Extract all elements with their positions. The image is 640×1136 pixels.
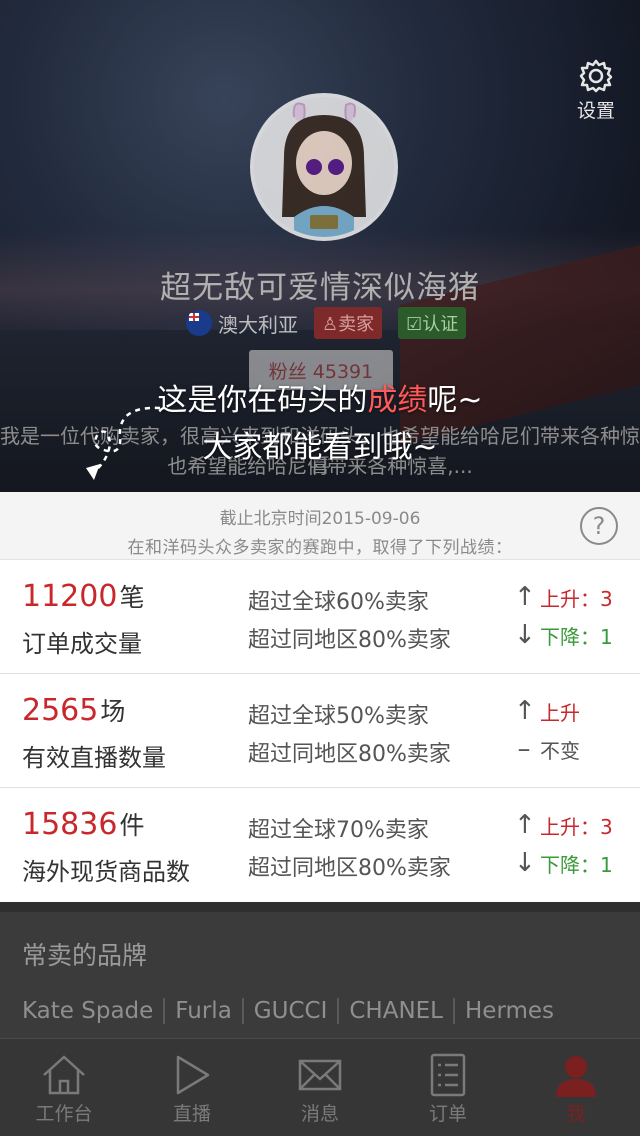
stats-subtitle: 在和洋码头众多卖家的赛跑中，取得了下列战绩： xyxy=(127,538,513,558)
play-icon xyxy=(176,1055,210,1095)
divider xyxy=(337,998,340,1024)
stat-global-compare: 超过全球50%卖家 xyxy=(248,704,429,729)
arrow-down-icon: ↓ xyxy=(514,848,536,878)
tab-workbench[interactable]: 工作台 xyxy=(0,1039,128,1136)
username: 超无敌可爱情深似海猪 xyxy=(160,270,480,306)
guide-highlight: 成绩 xyxy=(367,383,428,418)
profile-tags: 澳大利亚 ♙卖家 ☑认证 xyxy=(186,307,467,339)
profile-header: 设置 超无敌可爱情深似海猪 澳大利亚 ♙卖家 ☑认证 粉丝 45391 我是一位… xyxy=(0,0,640,492)
tab-live[interactable]: 直播 xyxy=(128,1039,256,1136)
trend-global: ↑ 上升：3 xyxy=(514,582,613,612)
stat-global-compare: 超过全球70%卖家 xyxy=(248,818,429,843)
tab-messages[interactable]: 消息 xyxy=(256,1039,384,1136)
trend-region: ↓ 下降：1 xyxy=(514,620,613,650)
stat-global-compare: 超过全球60%卖家 xyxy=(248,590,429,615)
trend-region: ↓ 下降：1 xyxy=(514,848,613,878)
check-icon: ☑ xyxy=(406,314,423,335)
stat-value: 15836件 xyxy=(22,807,145,842)
brands-title: 常卖的品牌 xyxy=(22,941,148,970)
mail-icon xyxy=(298,1059,342,1091)
user-icon xyxy=(556,1056,596,1097)
help-icon[interactable]: ? xyxy=(580,507,618,545)
stats-header: 截止北京时间2015-09-06 在和洋码头众多卖家的赛跑中，取得了下列战绩： … xyxy=(0,492,640,560)
certified-badge: ☑认证 xyxy=(398,307,467,339)
stat-region-compare: 超过同地区80%卖家 xyxy=(248,742,451,767)
tab-me[interactable]: 我 xyxy=(512,1039,640,1136)
trend-region: – 不变 xyxy=(514,734,581,764)
gear-icon xyxy=(579,59,613,93)
stat-row-live: 2565场 有效直播数量 超过全球50%卖家 超过同地区80%卖家 ↑ 上升 –… xyxy=(0,674,640,788)
stat-value: 2565场 xyxy=(22,693,126,728)
arrow-up-icon: ↑ xyxy=(514,810,536,840)
dash-icon: – xyxy=(517,734,531,764)
arrow-up-icon: ↑ xyxy=(514,582,536,612)
stats-panel: 截止北京时间2015-09-06 在和洋码头众多卖家的赛跑中，取得了下列战绩： … xyxy=(0,492,640,902)
trend-global: ↑ 上升：3 xyxy=(514,810,613,840)
brand-list: Kate Spade Furla GUCCI CHANEL Hermes xyxy=(22,998,554,1024)
stat-label: 订单成交量 xyxy=(22,630,142,658)
avatar-illustration xyxy=(254,97,394,237)
settings-button[interactable]: 设置 xyxy=(574,58,618,123)
bottom-tabbar: 工作台 直播 消息 订单 我 xyxy=(0,1038,640,1136)
brand-item[interactable]: Furla xyxy=(175,998,232,1024)
list-icon xyxy=(430,1053,466,1097)
brand-item[interactable]: Hermes xyxy=(465,998,554,1024)
country-label: 澳大利亚 xyxy=(218,312,298,337)
brands-section: 常卖的品牌 Kate Spade Furla GUCCI CHANEL Herm… xyxy=(0,902,640,1038)
brand-item[interactable]: Kate Spade xyxy=(22,998,153,1024)
stat-value: 11200笔 xyxy=(22,579,145,614)
divider xyxy=(453,998,455,1024)
avatar[interactable] xyxy=(250,93,398,241)
tab-orders[interactable]: 订单 xyxy=(384,1039,512,1136)
stat-row-orders: 11200笔 订单成交量 超过全球60%卖家 超过同地区80%卖家 ↑ 上升：3… xyxy=(0,560,640,674)
divider xyxy=(163,998,166,1024)
stat-region-compare: 超过同地区80%卖家 xyxy=(248,856,451,881)
trend-global: ↑ 上升 xyxy=(514,696,580,726)
arrow-up-icon: ↑ xyxy=(514,696,536,726)
stat-label: 海外现货商品数 xyxy=(22,858,190,886)
guide-arrow-icon xyxy=(86,406,161,480)
user-icon: ♙ xyxy=(322,314,339,335)
home-icon xyxy=(43,1055,85,1095)
country-tag: 澳大利亚 xyxy=(186,309,298,338)
stat-row-stock: 15836件 海外现货商品数 超过全球70%卖家 超过同地区80%卖家 ↑ 上升… xyxy=(0,788,640,902)
australia-flag-icon xyxy=(186,310,212,336)
stat-region-compare: 超过同地区80%卖家 xyxy=(248,628,451,653)
settings-label: 设置 xyxy=(576,100,615,122)
divider xyxy=(241,998,244,1024)
brand-item[interactable]: CHANEL xyxy=(349,998,443,1024)
arrow-down-icon: ↓ xyxy=(514,620,536,650)
stat-label: 有效直播数量 xyxy=(22,744,166,772)
seller-badge: ♙卖家 xyxy=(314,307,383,339)
brand-item[interactable]: GUCCI xyxy=(254,998,328,1024)
stats-date: 截止北京时间2015-09-06 xyxy=(219,509,421,529)
